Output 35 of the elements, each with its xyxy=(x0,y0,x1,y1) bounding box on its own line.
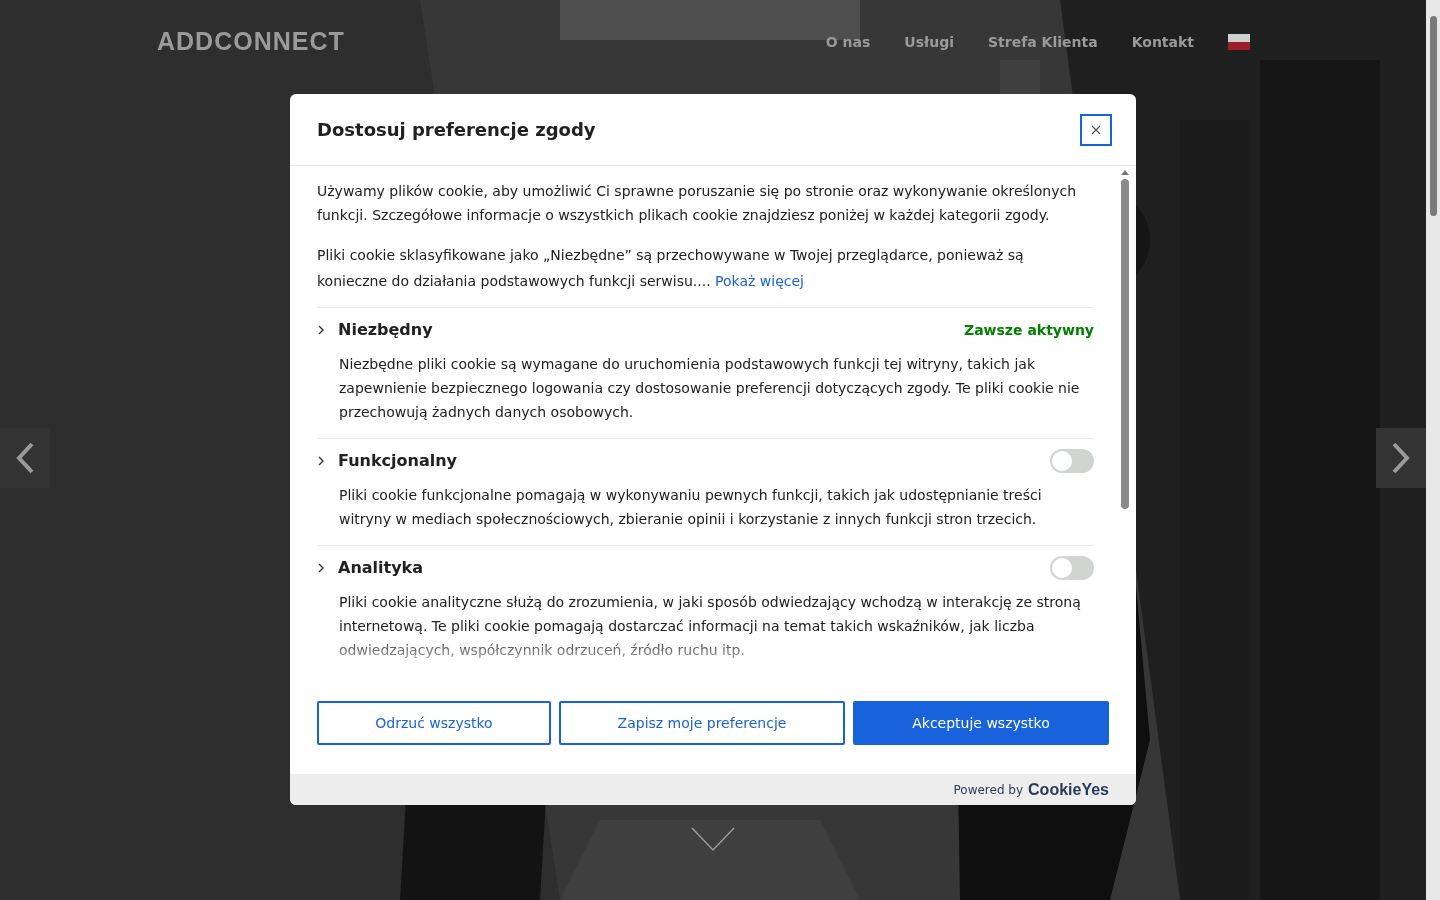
brand-logo[interactable]: CookieYes xyxy=(1028,777,1109,802)
toggle-switch[interactable] xyxy=(1050,449,1094,473)
always-active-label: Zawsze aktywny xyxy=(964,321,1094,340)
outline-button[interactable]: Odrzuć wszystko xyxy=(317,701,551,745)
category-description: Pliki cookie funkcjonalne pomagają w wykonywaniu pewnych funkcji, takich jak udostępnianie treści witryny w mediach społecznościowych, zbieranie opinii i korzystanie z innych funkcji stron trzecich. xyxy=(338,486,1043,529)
chevron-right-icon[interactable] xyxy=(317,325,325,335)
category-title[interactable]: Niezbędny xyxy=(338,318,433,342)
close-button[interactable] xyxy=(1080,113,1112,146)
chevron-down-icon[interactable] xyxy=(691,826,735,852)
show-more-link[interactable]: Pokaż więcej xyxy=(715,273,804,289)
logo[interactable]: ADDCONNECT xyxy=(157,23,345,61)
flag-icon[interactable] xyxy=(1228,34,1250,50)
nav-link[interactable]: Strefa Klienta xyxy=(988,31,1098,53)
powered-by-text: Powered by xyxy=(953,781,1024,799)
outline-button[interactable]: Zapisz moje preferencje xyxy=(559,701,845,745)
next-slide-button[interactable] xyxy=(1376,428,1426,488)
scrollbar[interactable] xyxy=(1426,0,1440,900)
chevron-left-icon xyxy=(14,441,36,475)
dialog-title: Dostosuj preferencje zgody xyxy=(317,118,596,142)
intro-paragraph: Używamy plików cookie, aby umożliwić Ci sprawne poruszanie się po stronie oraz wykonywanie określonych funkcji. Szczegółowe informacje o wszystkich plikach cookie znajdziesz poniżej w każdej kategorii zgody. xyxy=(317,182,1077,225)
nav-link[interactable]: Usługi xyxy=(904,31,954,53)
previous-slide-button[interactable] xyxy=(0,428,50,488)
close-icon xyxy=(1091,124,1101,135)
intro-paragraph: Pliki cookie sklasyfikowane jako „Niezbędne” są przechowywane w Twojej przeglądarce, ponieważ są konieczne do działania podstawowych funkcji serwisu.... Pokaż więcej xyxy=(317,246,1025,291)
nav-link[interactable]: O nas xyxy=(825,31,871,53)
accept-button[interactable]: Akceptuje wszystko xyxy=(853,701,1109,745)
category-description: Niezbędne pliki cookie są wymagane do uruchomienia podstawowych funkcji tej witryny, takich jak zapewnienie bezpiecznego logowania czy dostosowanie preferencji dotyczących zgody. Te pliki cookie nie przechowują żadnych danych osobowych. xyxy=(338,355,1081,422)
category-description: Pliki cookie analityczne służą do zrozumienia, w jaki sposób odwiedzający wchodzą w interakcję ze stroną internetową. Te pliki cookie pomagają dostarczać informacji na temat takich wskaźników, jak liczba odwiedzających, współczynnik odrzuceń, źródło ruchu itp. xyxy=(338,593,1082,660)
category-title[interactable]: Analityka xyxy=(338,556,424,580)
category-title[interactable]: Funkcjonalny xyxy=(338,449,457,473)
chevron-right-icon[interactable] xyxy=(317,456,325,466)
chevron-right-icon xyxy=(1390,441,1412,475)
chevron-right-icon[interactable] xyxy=(317,563,325,573)
nav-link[interactable]: Kontakt xyxy=(1131,31,1194,53)
toggle-switch[interactable] xyxy=(1050,556,1094,580)
